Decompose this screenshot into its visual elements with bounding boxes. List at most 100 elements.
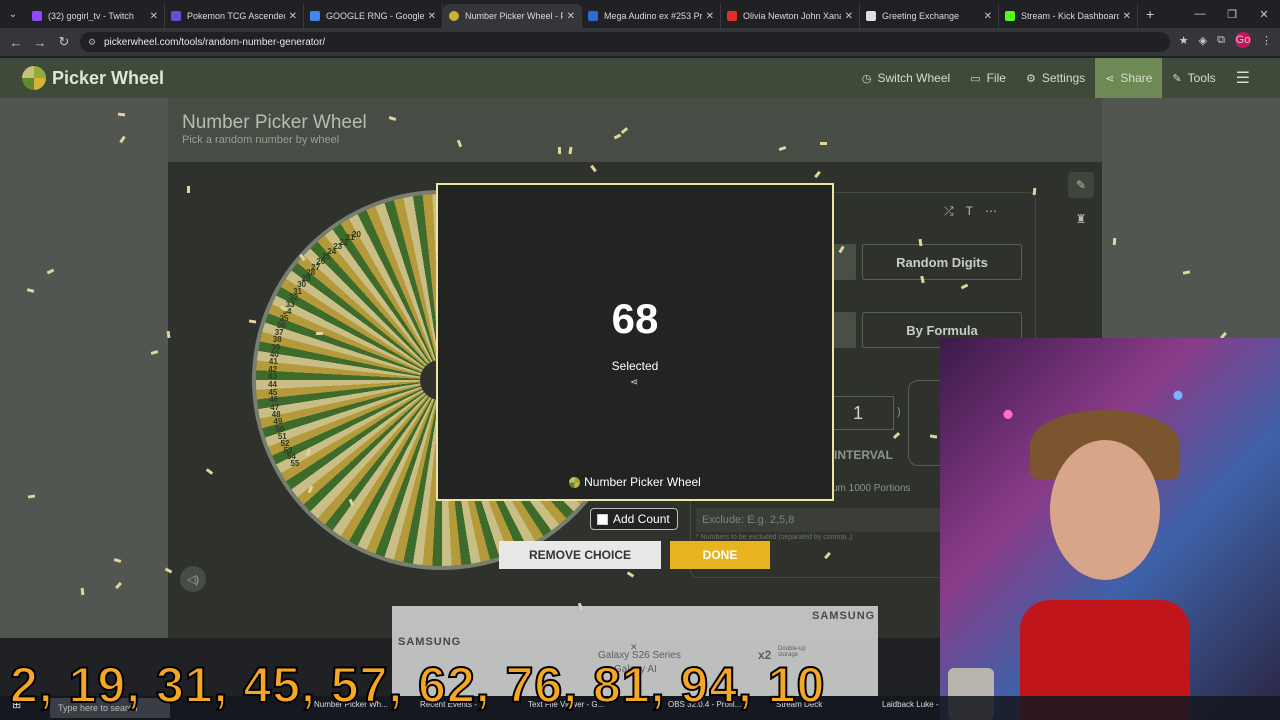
browser-tab-active[interactable]: Number Picker Wheel - P ✕ [443,4,582,28]
folder-icon: ▭ [970,72,981,85]
confetti-piece [820,142,827,145]
nav-label: Switch Wheel [877,71,951,85]
nav-label: Settings [1041,71,1086,85]
logo-text: Picker Wheel [52,67,165,88]
tools-button[interactable]: ✎ Tools [1162,58,1225,98]
result-status: Selected [611,359,659,373]
url-field[interactable]: ⚙ pickerwheel.com/tools/random-number-gen… [80,32,1170,52]
random-digits-button[interactable]: Random Digits [862,244,1022,280]
stream-overlay-numbers: 2, 19, 31, 45, 57, 62, 76, 81, 94, 10 [9,656,826,714]
url-text: pickerwheel.com/tools/random-number-gene… [104,36,326,48]
hamburger-menu-icon[interactable]: ☰ [1226,58,1280,98]
toolbar-icons: ★ ◈ ⧉ Go ⋮ [1179,32,1272,48]
settings-button[interactable]: ⚙ Settings [1016,58,1095,98]
close-icon[interactable]: ✕ [150,11,158,22]
tab-search-icon[interactable]: ⌄ [0,0,26,28]
result-value: 68 [611,295,659,342]
close-icon[interactable]: ✕ [984,11,992,22]
switch-wheel-button[interactable]: ◷ Switch Wheel [852,58,960,98]
page-subtitle: Pick a random number by wheel [182,134,340,146]
minimize-icon[interactable]: — [1184,0,1216,28]
confetti-piece [80,587,85,596]
tab-label: Mega Audino ex #253 Pr [604,11,702,21]
taskbar-item[interactable]: Laidback Luke - [882,700,938,709]
share-icon: ⋖ [1105,72,1115,85]
site-icon [866,11,876,21]
modal-footer-label: Number Picker Wheel [584,475,701,489]
more-options-icon[interactable]: ⋯ [985,204,997,219]
confetti-piece [557,146,562,155]
google-icon [310,11,320,21]
close-icon[interactable]: ✕ [845,11,853,22]
nav-label: Tools [1187,71,1216,85]
ad-brand: SAMSUNG [812,610,876,622]
browser-tab[interactable]: (32) gogirl_tv - Twitch ✕ [26,4,165,28]
site-info-icon[interactable]: ⚙ [88,37,96,48]
tab-label: Olivia Newton John Xana [743,11,841,21]
nav-label: File [986,71,1006,85]
profile-avatar[interactable]: Go [1235,32,1251,48]
reload-icon[interactable]: ↻ [52,34,76,50]
result-modal: 68 Selected ⋖ Number Picker Wheel [436,183,834,501]
ad-close-icon[interactable]: ✕ [630,642,638,653]
forward-icon[interactable]: → [28,35,52,50]
close-icon[interactable]: ✕ [428,11,436,22]
extension-icon[interactable]: ◈ [1199,34,1207,47]
text-size-icon[interactable]: T [966,204,973,219]
clock-icon: ◷ [861,72,872,85]
edit-icon[interactable]: ✎ [1068,172,1094,198]
browser-tab[interactable]: Pokemon TCG Ascended I ✕ [165,4,304,28]
back-icon[interactable]: ← [4,35,28,50]
trophy-icon[interactable]: ♜ [1068,206,1094,232]
browser-tab[interactable]: Greeting Exchange ✕ [860,4,999,28]
page-title: Number Picker Wheel [182,112,367,133]
done-button[interactable]: DONE [670,541,770,569]
picker-wheel-icon [449,11,459,21]
confetti-piece [187,186,190,193]
tab-label: Stream - Kick Dashboard [1021,11,1119,21]
confetti-piece [1112,237,1117,246]
browser-tab[interactable]: Stream - Kick Dashboard ✕ [999,4,1138,28]
shuffle-icon[interactable]: ⤮ [944,204,954,219]
bookmark-star-icon[interactable]: ★ [1179,34,1189,47]
site-header: Picker Wheel ◷ Switch Wheel ▭ File ⚙ Settin… [0,58,1280,98]
tab-label: Greeting Exchange [882,11,960,21]
tab-label: Number Picker Wheel - P [465,11,563,21]
add-count-checkbox[interactable]: Add Count [590,508,678,530]
sound-toggle-icon[interactable]: ◁) [180,566,206,592]
option-button-hidden[interactable] [832,244,856,280]
streamer-face [1050,440,1160,580]
twitch-icon [32,11,42,21]
tab-label: GOOGLE RNG - Google S [326,11,424,21]
close-icon[interactable]: ✕ [1123,11,1131,22]
wheel-logo-icon [22,66,46,90]
share-button[interactable]: ⋖ Share [1095,58,1163,98]
close-icon[interactable]: ✕ [567,11,575,22]
close-icon[interactable]: ✕ [289,11,297,22]
gear-icon: ⚙ [1025,72,1036,85]
tab-label: (32) gogirl_tv - Twitch [48,11,134,21]
kick-icon [1005,11,1015,21]
window-controls: — ❐ ✕ [1184,0,1280,28]
interval-label: INTERVAL [834,448,893,462]
nav-label: Share [1120,71,1153,85]
restore-icon[interactable]: ❐ [1216,0,1248,28]
share-icon[interactable]: ⋖ [630,377,638,388]
new-tab-button[interactable]: + [1146,6,1154,22]
browser-tab[interactable]: Mega Audino ex #253 Pr ✕ [582,4,721,28]
remove-choice-button[interactable]: REMOVE CHOICE [499,541,661,569]
exclude-input[interactable]: Exclude: E.g. 2,5,8 [696,508,940,532]
menu-kebab-icon[interactable]: ⋮ [1261,34,1272,47]
file-button[interactable]: ▭ File [960,58,1016,98]
close-window-icon[interactable]: ✕ [1248,0,1280,28]
checkbox-icon[interactable] [597,513,608,525]
browser-tab[interactable]: GOOGLE RNG - Google S ✕ [304,4,443,28]
browser-tab[interactable]: Olivia Newton John Xana ✕ [721,4,860,28]
site-logo[interactable]: Picker Wheel [22,66,164,90]
tools-icon: ✎ [1172,72,1182,85]
option-button-hidden-2[interactable] [832,312,856,348]
close-icon[interactable]: ✕ [706,11,714,22]
puzzle-icon[interactable]: ⧉ [1217,34,1225,47]
bracket-decoration: ) [897,406,901,418]
confetti-piece [315,331,324,336]
